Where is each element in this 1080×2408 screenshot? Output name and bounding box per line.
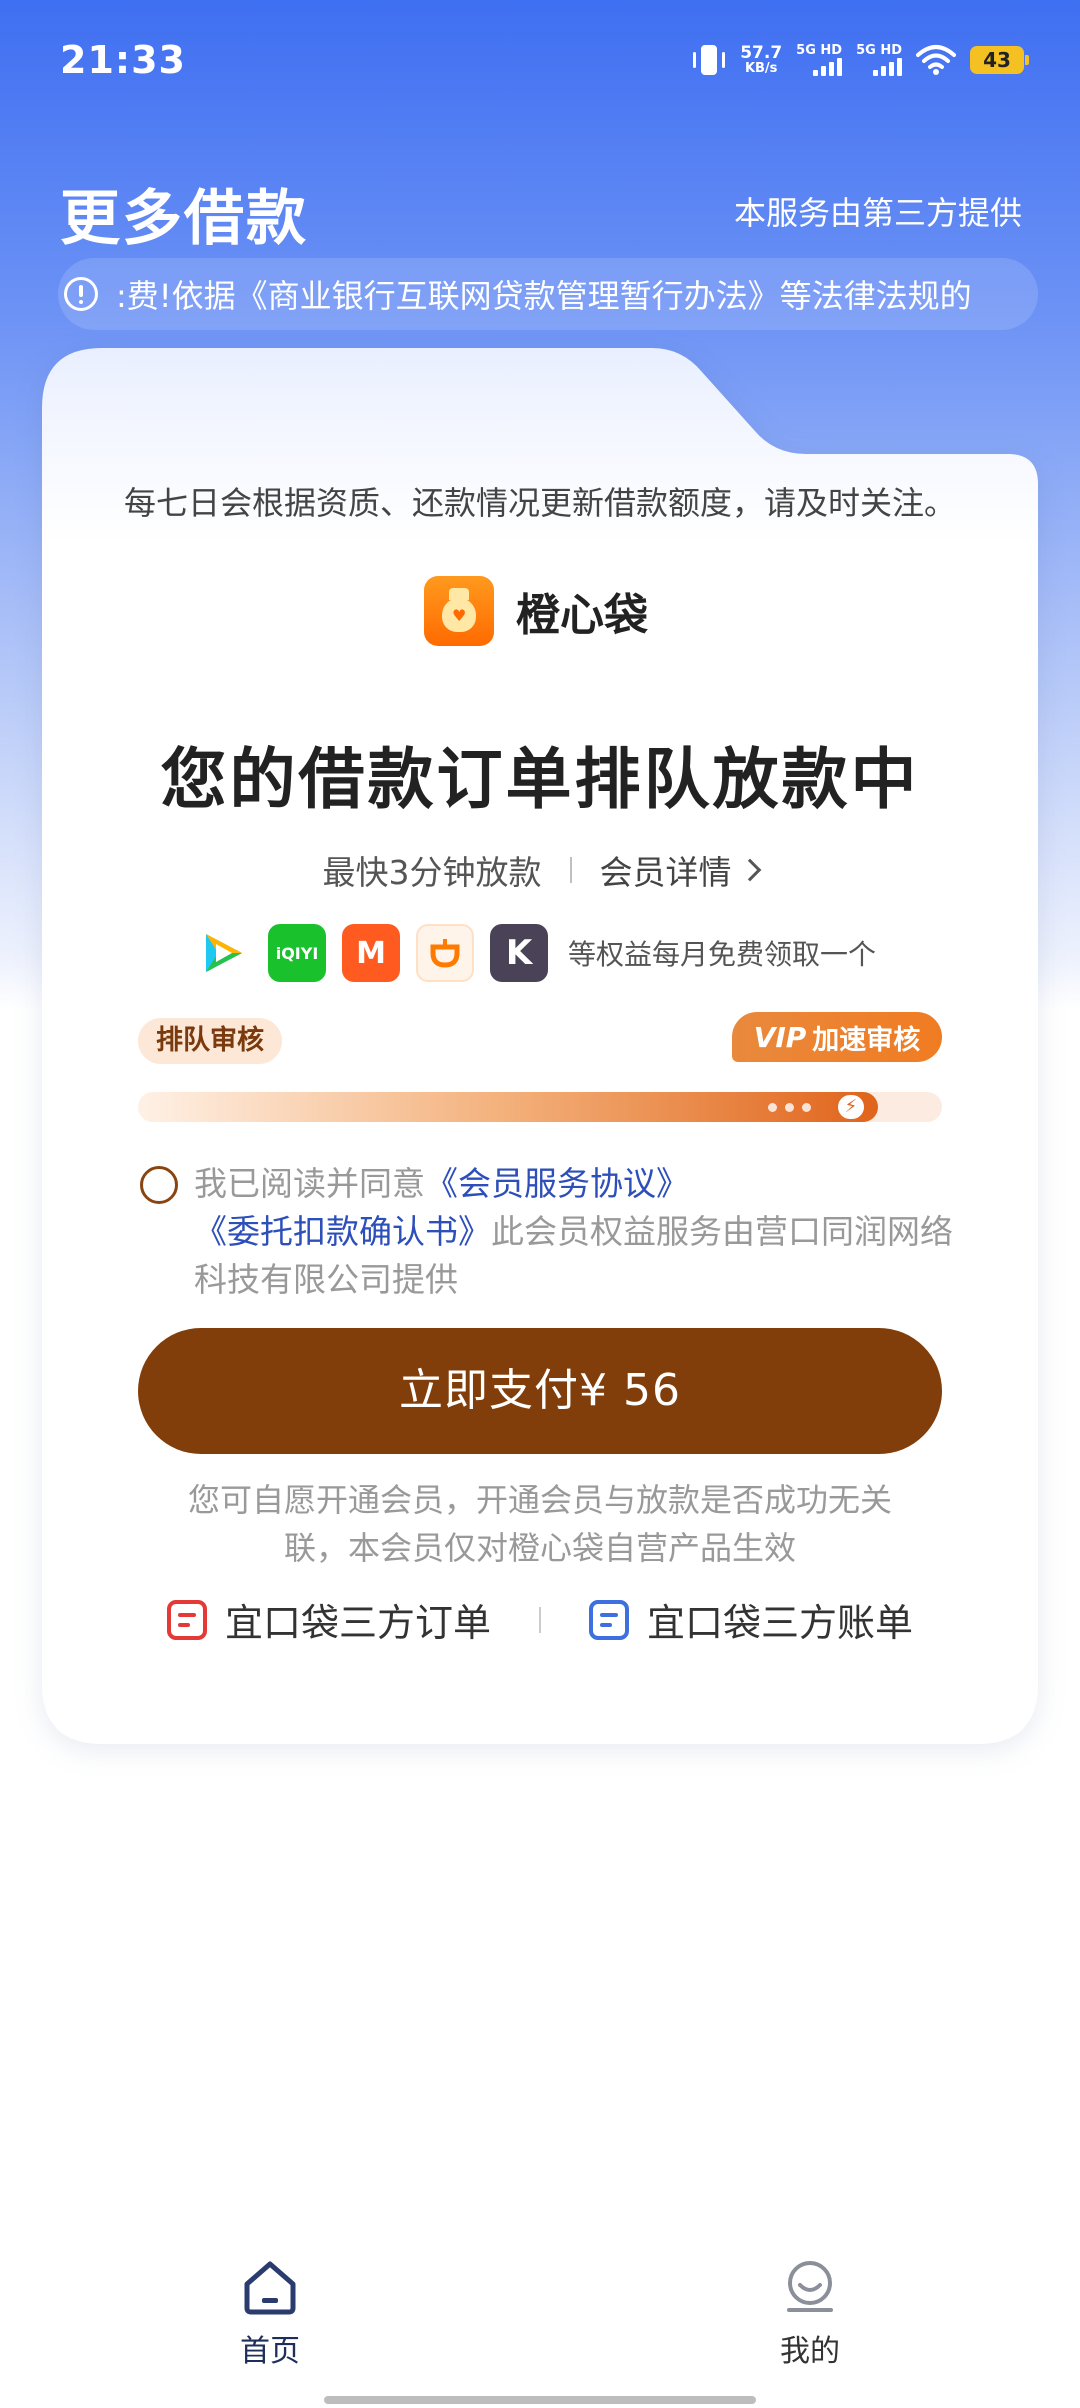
notice-text: :费!依据《商业银行互联网贷款管理暂行办法》等法律法规的 bbox=[116, 277, 972, 315]
chevron-right-icon bbox=[738, 858, 761, 882]
third-party-order-link[interactable]: 宜口袋三方订单 bbox=[166, 1592, 491, 1647]
divider bbox=[569, 857, 572, 883]
third-party-links: 宜口袋三方订单 宜口袋三方账单 bbox=[42, 1592, 1038, 1647]
order-link-label: 宜口袋三方订单 bbox=[224, 1601, 491, 1645]
nav-mine[interactable]: 我的 bbox=[740, 2258, 880, 2370]
progress-fill bbox=[138, 1092, 878, 1122]
debit-authorization-link[interactable]: 《委托扣款确认书》 bbox=[194, 1212, 491, 1251]
wifi-icon bbox=[916, 45, 956, 75]
brand-name: 橙心袋 bbox=[516, 590, 648, 641]
refresh-note: 每七日会根据资质、还款情况更新借款额度，请及时关注。 bbox=[123, 484, 956, 522]
member-details-link[interactable]: 会员详情 bbox=[599, 846, 761, 894]
screen: 21:33 57.7 KB/s 5G HD 5G HD 43 更多借款 本服务由… bbox=[0, 0, 1080, 2408]
agreement-text: 我已阅读并同意《会员服务协议》《委托扣款确认书》此会员权益服务由营口同润网络科技… bbox=[194, 1160, 964, 1304]
info-icon bbox=[64, 277, 98, 311]
battery-indicator: 43 bbox=[970, 46, 1029, 74]
sim2-label: 5G HD bbox=[856, 43, 902, 58]
nav-mine-label: 我的 bbox=[780, 2334, 840, 2369]
keep-icon: K bbox=[490, 924, 548, 982]
bottom-nav: 首页 我的 bbox=[0, 2240, 1080, 2408]
vibrate-icon bbox=[692, 43, 726, 77]
agree-prefix: 我已阅读并同意 bbox=[194, 1164, 425, 1203]
signal-bars-icon bbox=[873, 58, 902, 76]
nav-home-label: 首页 bbox=[240, 2334, 300, 2369]
status-time: 21:33 bbox=[60, 38, 186, 82]
iqiyi-icon: iQIYI bbox=[268, 924, 326, 982]
home-icon bbox=[244, 2261, 296, 2315]
notice-bar[interactable]: :费!依据《商业银行互联网贷款管理暂行办法》等法律法规的 bbox=[58, 258, 1038, 330]
perks-text: 等权益每月免费领取一个 bbox=[568, 938, 877, 971]
brand-logo-icon: ♥ bbox=[424, 576, 494, 646]
pay-now-button[interactable]: 立即支付¥ 56 bbox=[138, 1328, 942, 1454]
loan-card: 每七日会根据资质、还款情况更新借款额度，请及时关注。 ♥ 橙心袋 您的借款订单排… bbox=[42, 348, 1038, 1744]
nav-home[interactable]: 首页 bbox=[200, 2258, 340, 2370]
tencent-video-icon bbox=[194, 924, 252, 982]
third-party-bill-link[interactable]: 宜口袋三方账单 bbox=[589, 1592, 913, 1647]
sub-info-row: 最快3分钟放款 会员详情 bbox=[42, 846, 1038, 894]
member-service-agreement-link[interactable]: 《会员服务协议》 bbox=[425, 1164, 689, 1203]
order-doc-icon bbox=[166, 1599, 207, 1640]
vip-label: 加速审核 bbox=[812, 1024, 921, 1056]
page-title: 更多借款 bbox=[60, 184, 308, 254]
divider bbox=[539, 1606, 541, 1633]
network-speed-value: 57.7 bbox=[740, 42, 783, 63]
didi-icon bbox=[416, 924, 474, 982]
vip-accelerate-badge[interactable]: VIP 加速审核 bbox=[732, 1012, 942, 1062]
status-bar: 21:33 57.7 KB/s 5G HD 5G HD 43 bbox=[0, 0, 1080, 120]
home-indicator bbox=[324, 2396, 756, 2404]
member-details-label: 会员详情 bbox=[599, 853, 732, 892]
bill-link-label: 宜口袋三方账单 bbox=[647, 1601, 914, 1645]
sim1-label: 5G HD bbox=[796, 43, 843, 58]
review-progress-bar: ⚡ bbox=[138, 1092, 942, 1122]
sim2-signal: 5G HD bbox=[856, 44, 902, 76]
vip-mark: VIP bbox=[753, 1020, 807, 1054]
sim1-signal: 5G HD bbox=[796, 43, 843, 76]
progress-dots bbox=[768, 1103, 811, 1112]
agree-checkbox[interactable] bbox=[140, 1166, 178, 1204]
brand: ♥ 橙心袋 bbox=[424, 576, 648, 646]
network-speed-unit: KB/s bbox=[744, 60, 778, 76]
fast-release-text: 最快3分钟放款 bbox=[322, 853, 542, 892]
queue-review-badge: 排队审核 bbox=[138, 1018, 282, 1064]
provider-note: 本服务由第三方提供 bbox=[733, 194, 1022, 232]
signal-bars-icon bbox=[813, 58, 843, 76]
status-icons: 57.7 KB/s 5G HD 5G HD 43 bbox=[692, 40, 1029, 80]
bolt-icon: ⚡ bbox=[838, 1095, 864, 1119]
bill-doc-icon bbox=[589, 1599, 629, 1640]
user-icon bbox=[787, 2261, 833, 2312]
mango-tv-icon: M bbox=[342, 924, 400, 982]
membership-disclaimer: 您可自愿开通会员，开通会员与放款是否成功无关联，本会员仅对橙心袋自营产品生效 bbox=[187, 1481, 892, 1567]
order-status-title: 您的借款订单排队放款中 bbox=[160, 741, 920, 818]
perks-row: iQIYI M K 等权益每月免费领取一个 bbox=[194, 924, 876, 982]
network-speed: 57.7 KB/s bbox=[740, 42, 783, 76]
